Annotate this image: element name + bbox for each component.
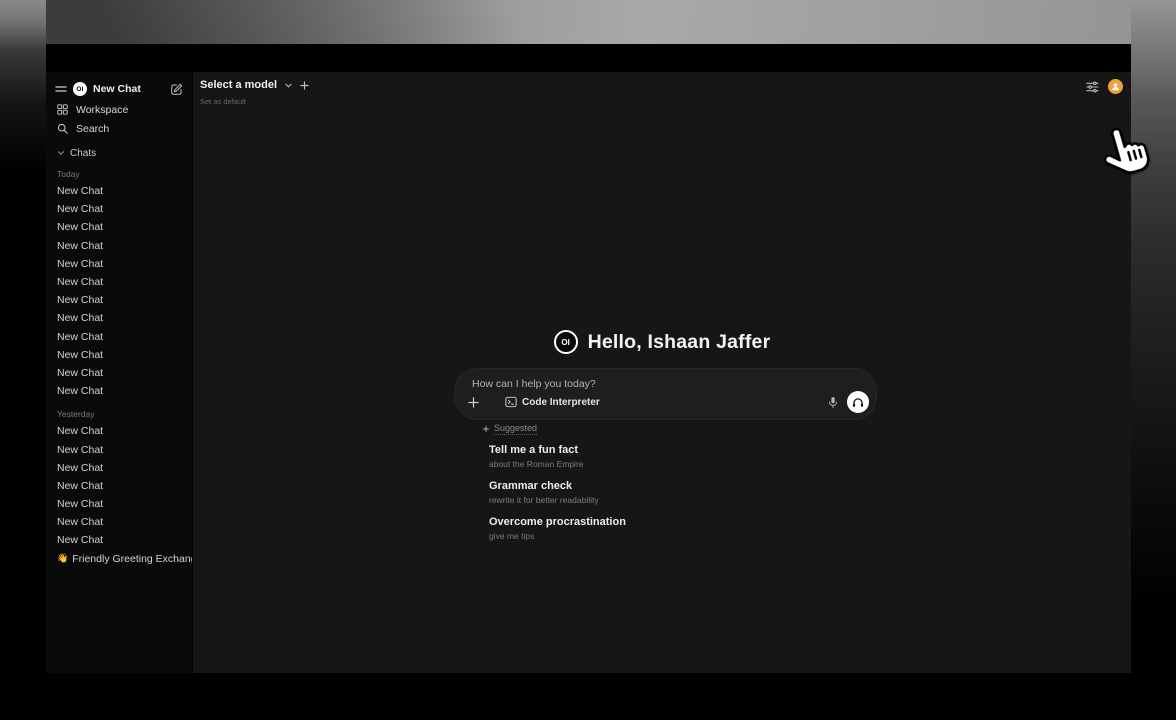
desktop-background-left <box>0 0 46 720</box>
code-interpreter-toggle[interactable]: Code Interpreter <box>505 396 600 408</box>
chevron-down-icon <box>284 81 293 90</box>
suggestion-item[interactable]: Grammar check rewrite it for better read… <box>482 480 626 505</box>
chat-list-item[interactable]: New Chat <box>46 200 192 218</box>
chats-section-label: Chats <box>70 148 96 159</box>
chat-input-card[interactable]: How can I help you today? Code Interpret… <box>455 369 876 419</box>
sidebar: OI New Chat Workspace <box>46 72 193 673</box>
chat-list-item[interactable]: New Chat <box>46 495 192 513</box>
main-pane: Select a model Set as default OI Hello, <box>193 72 1131 673</box>
code-interpreter-label: Code Interpreter <box>522 397 600 408</box>
chat-list-item[interactable]: New Chat <box>46 273 192 291</box>
sidebar-header: OI New Chat <box>46 78 192 100</box>
chat-input[interactable]: How can I help you today? <box>472 378 596 390</box>
window-top-black-band <box>46 44 1131 72</box>
chat-group-label: Today <box>57 169 192 179</box>
sparkle-icon <box>482 425 490 433</box>
model-selector[interactable]: Select a model <box>200 79 309 91</box>
chat-list-item[interactable]: New Chat <box>46 364 192 382</box>
chat-list-item[interactable]: New Chat <box>46 422 192 440</box>
model-selector-label: Select a model <box>200 79 277 91</box>
suggestion-title: Overcome procrastination <box>489 516 626 528</box>
chat-group-today: Today New ChatNew ChatNew ChatNew ChatNe… <box>46 169 192 400</box>
desktop-background-top <box>0 0 1176 44</box>
suggestion-subtitle: about the Roman Empire <box>489 459 626 469</box>
desktop-background-right <box>1131 0 1176 720</box>
suggestion-title: Grammar check <box>489 480 626 492</box>
chat-list-item[interactable]: New Chat <box>46 218 192 236</box>
chat-list-item[interactable]: New Chat <box>46 477 192 495</box>
chats-section-toggle[interactable]: Chats <box>46 146 192 160</box>
settings-sliders-icon[interactable] <box>1086 81 1099 93</box>
sidebar-item-search[interactable]: Search <box>46 119 192 138</box>
header-actions <box>1086 79 1123 94</box>
voice-call-button[interactable] <box>847 391 869 413</box>
code-interpreter-icon <box>505 396 517 408</box>
suggestion-item[interactable]: Overcome procrastination give me tips <box>482 516 626 541</box>
greeting-text: Hello, Ishaan Jaffer <box>588 331 771 354</box>
suggestion-title: Tell me a fun fact <box>489 444 626 456</box>
openwebui-logo: OI <box>554 330 578 354</box>
chat-item-label: Friendly Greeting Exchange <box>72 553 192 565</box>
search-icon <box>57 123 68 134</box>
suggestion-list: Tell me a fun fact about the Roman Empir… <box>482 444 626 541</box>
chat-group-yesterday: Yesterday New ChatNew ChatNew ChatNew Ch… <box>46 409 192 549</box>
chat-input-actions: Code Interpreter <box>465 391 869 413</box>
add-model-icon[interactable] <box>300 81 309 90</box>
sidebar-item-label: Search <box>76 123 109 135</box>
sidebar-toggle-icon[interactable] <box>55 84 67 94</box>
app-window: OI New Chat Workspace <box>46 44 1131 673</box>
attach-plus-button[interactable] <box>465 394 481 410</box>
chat-group-label: Yesterday <box>57 409 192 419</box>
suggestion-item[interactable]: Tell me a fun fact about the Roman Empir… <box>482 444 626 469</box>
chat-list-item[interactable]: New Chat <box>46 346 192 364</box>
chat-list-item-friendly-greeting[interactable]: 👋 Friendly Greeting Exchange <box>46 550 192 568</box>
chat-list-item[interactable]: New Chat <box>46 237 192 255</box>
suggestion-subtitle: give me tips <box>489 531 626 541</box>
sidebar-item-label: Workspace <box>76 104 128 116</box>
chat-list-item[interactable]: New Chat <box>46 531 192 549</box>
chat-list-today: New ChatNew ChatNew ChatNew ChatNew Chat… <box>46 182 192 400</box>
new-chat-button[interactable]: New Chat <box>93 83 141 95</box>
user-avatar[interactable] <box>1108 79 1123 94</box>
suggested-prompts: Suggested Tell me a fun fact about the R… <box>482 423 626 552</box>
compose-icon[interactable] <box>170 83 183 96</box>
suggested-label: Suggested <box>494 423 537 435</box>
chat-list-item[interactable]: New Chat <box>46 513 192 531</box>
chat-list-item[interactable]: New Chat <box>46 328 192 346</box>
workspace-grid-icon <box>57 104 68 115</box>
chevron-down-icon <box>57 149 65 157</box>
chat-list-item[interactable]: New Chat <box>46 440 192 458</box>
greeting-block: OI Hello, Ishaan Jaffer <box>193 330 1131 354</box>
wave-emoji-icon: 👋 <box>57 553 68 564</box>
chat-list-item[interactable]: New Chat <box>46 255 192 273</box>
suggestion-subtitle: rewrite it for better readability <box>489 495 626 505</box>
chat-list-item[interactable]: New Chat <box>46 291 192 309</box>
sidebar-item-workspace[interactable]: Workspace <box>46 100 192 119</box>
chat-list-item[interactable]: New Chat <box>46 182 192 200</box>
set-as-default-link[interactable]: Set as default <box>200 97 246 106</box>
suggested-header: Suggested <box>482 423 626 435</box>
chat-list-item[interactable]: New Chat <box>46 309 192 327</box>
chat-list-item[interactable]: New Chat <box>46 382 192 400</box>
chat-list-yesterday: New ChatNew ChatNew ChatNew ChatNew Chat… <box>46 422 192 549</box>
chat-list-item[interactable]: New Chat <box>46 459 192 477</box>
openwebui-logo: OI <box>73 82 87 96</box>
microphone-icon[interactable] <box>828 396 838 409</box>
